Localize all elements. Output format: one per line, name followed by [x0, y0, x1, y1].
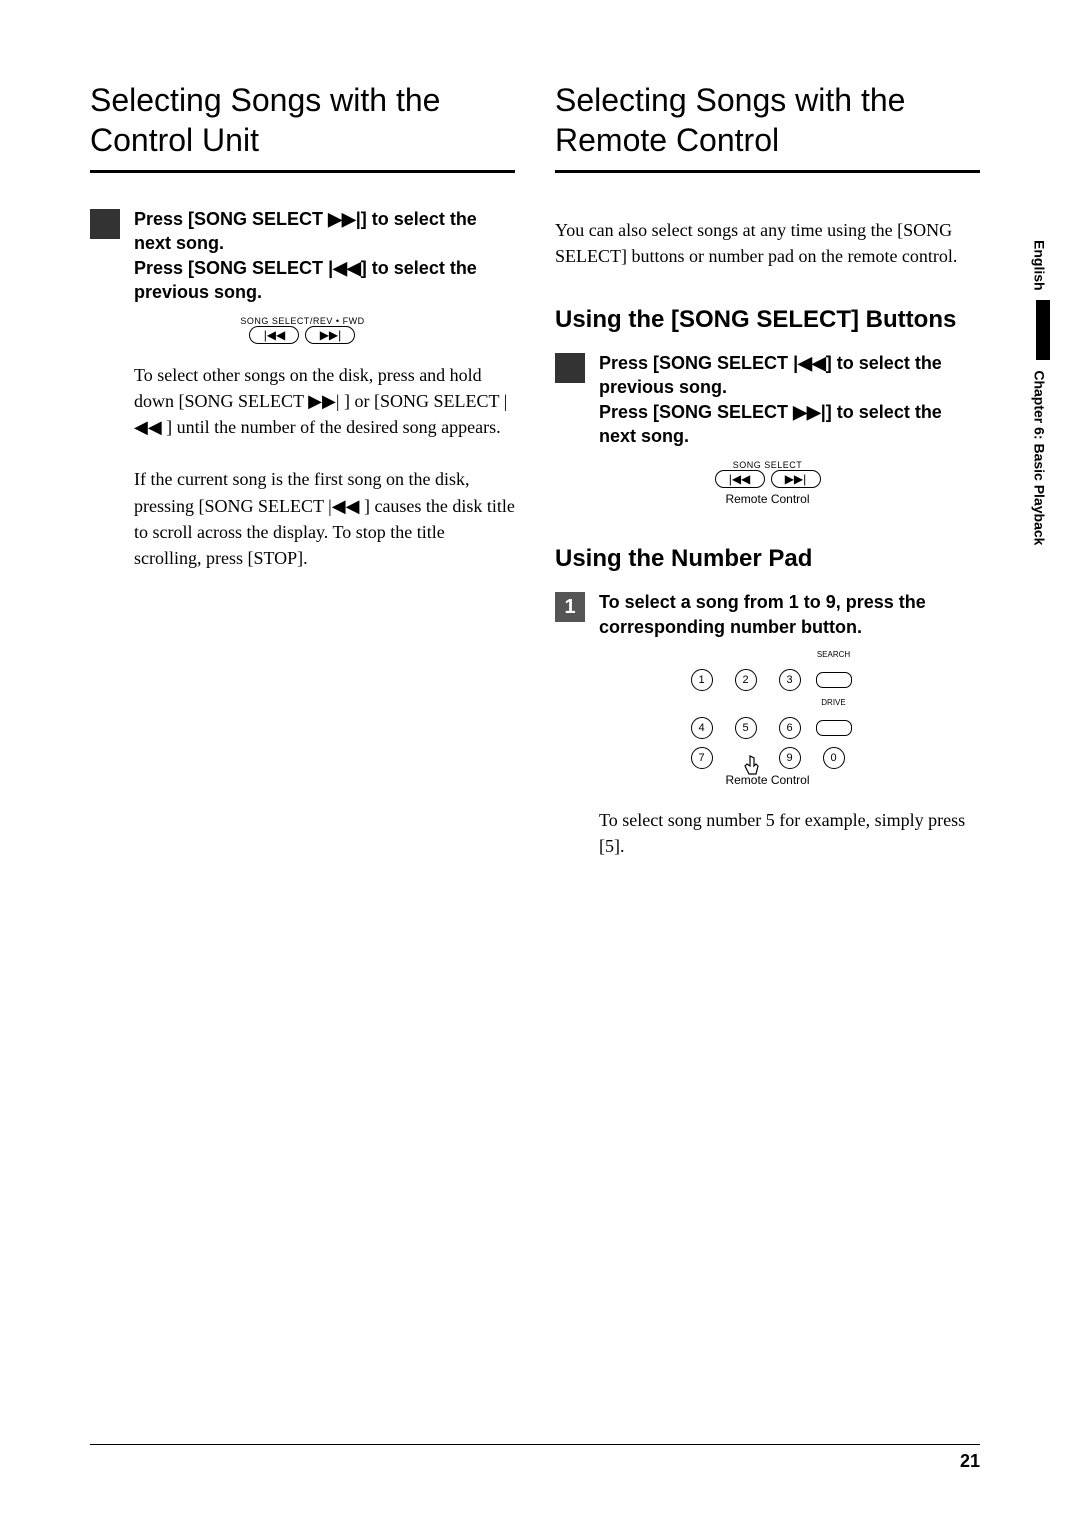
rev-icon: |◀◀ [328, 258, 361, 278]
drive-button-icon [816, 720, 852, 736]
fwd-button-icon: ▶▶| [305, 326, 355, 344]
right-step1-text: Press [SONG SELECT |◀◀] to select the pr… [599, 351, 980, 448]
step-marker-1: 1 [555, 592, 585, 622]
side-tab-language: English [1031, 240, 1047, 291]
pointing-hand-icon [738, 752, 768, 782]
side-tab: English Chapter 6: Basic Playback [1031, 240, 1050, 545]
right-step-block-2: 1 To select a song from 1 to 9, press th… [555, 590, 980, 639]
numpad-4-icon: 4 [691, 717, 713, 739]
side-tab-chapter: Chapter 6: Basic Playback [1031, 370, 1047, 545]
number-pad-diagram: SEARCH 1 2 3 DRIVE 4 5 6 7 [555, 651, 980, 789]
text-fragment: Press [SONG SELECT [599, 353, 793, 373]
page-number: 21 [960, 1451, 980, 1471]
search-button-icon [816, 672, 852, 688]
numpad-1-icon: 1 [691, 669, 713, 691]
numpad-6-icon: 6 [779, 717, 801, 739]
right-heading: Selecting Songs with the Remote Control [555, 80, 980, 173]
rev-button-icon: |◀◀ [715, 470, 765, 488]
text-fragment: Press [SONG SELECT [134, 209, 328, 229]
diagram-label: SONG SELECT/REV • FWD [240, 316, 364, 326]
left-heading: Selecting Songs with the Control Unit [90, 80, 515, 173]
numpad-0-icon: 0 [823, 747, 845, 769]
numpad-2-icon: 2 [735, 669, 757, 691]
diagram-label: SONG SELECT [715, 460, 821, 470]
diagram-caption: Remote Control [684, 773, 852, 787]
text-fragment: Press [SONG SELECT [134, 258, 328, 278]
side-tab-bar-icon [1036, 300, 1050, 360]
left-step-text: Press [SONG SELECT ▶▶|] to select the ne… [134, 207, 515, 304]
numpad-5-icon: 5 [735, 717, 757, 739]
left-column: Selecting Songs with the Control Unit Pr… [90, 80, 515, 1448]
fwd-icon: ▶▶| [328, 209, 361, 229]
subheading-number-pad: Using the Number Pad [555, 544, 980, 574]
left-step-block: Press [SONG SELECT ▶▶|] to select the ne… [90, 207, 515, 304]
drive-label: DRIVE [821, 699, 845, 709]
right-step2-text: To select a song from 1 to 9, press the … [599, 590, 980, 639]
step-marker-blank [555, 353, 585, 383]
control-unit-button-diagram: SONG SELECT/REV • FWD |◀◀ ▶▶| [90, 316, 515, 344]
left-paragraph-2: If the current song is the first song on… [134, 466, 515, 570]
remote-song-select-diagram: SONG SELECT |◀◀ ▶▶| Remote Control [555, 460, 980, 508]
right-column: Selecting Songs with the Remote Control … [555, 80, 980, 1448]
numpad-7-icon: 7 [691, 747, 713, 769]
diagram-caption: Remote Control [715, 492, 821, 506]
numpad-9-icon: 9 [779, 747, 801, 769]
fwd-icon: ▶▶| [793, 402, 826, 422]
text-fragment: Press [SONG SELECT [599, 402, 793, 422]
right-step-block-1: Press [SONG SELECT |◀◀] to select the pr… [555, 351, 980, 448]
right-paragraph-after: To select song number 5 for example, sim… [599, 807, 980, 859]
rev-button-icon: |◀◀ [249, 326, 299, 344]
rev-icon: |◀◀ [793, 353, 826, 373]
search-label: SEARCH [817, 651, 850, 661]
fwd-button-icon: ▶▶| [771, 470, 821, 488]
page-content: Selecting Songs with the Control Unit Pr… [0, 0, 1080, 1508]
numpad-3-icon: 3 [779, 669, 801, 691]
right-intro: You can also select songs at any time us… [555, 217, 980, 269]
subheading-song-select: Using the [SONG SELECT] Buttons [555, 305, 980, 335]
left-paragraph-1: To select other songs on the disk, press… [134, 362, 515, 440]
page-footer: 21 [90, 1444, 980, 1472]
step-marker-blank [90, 209, 120, 239]
